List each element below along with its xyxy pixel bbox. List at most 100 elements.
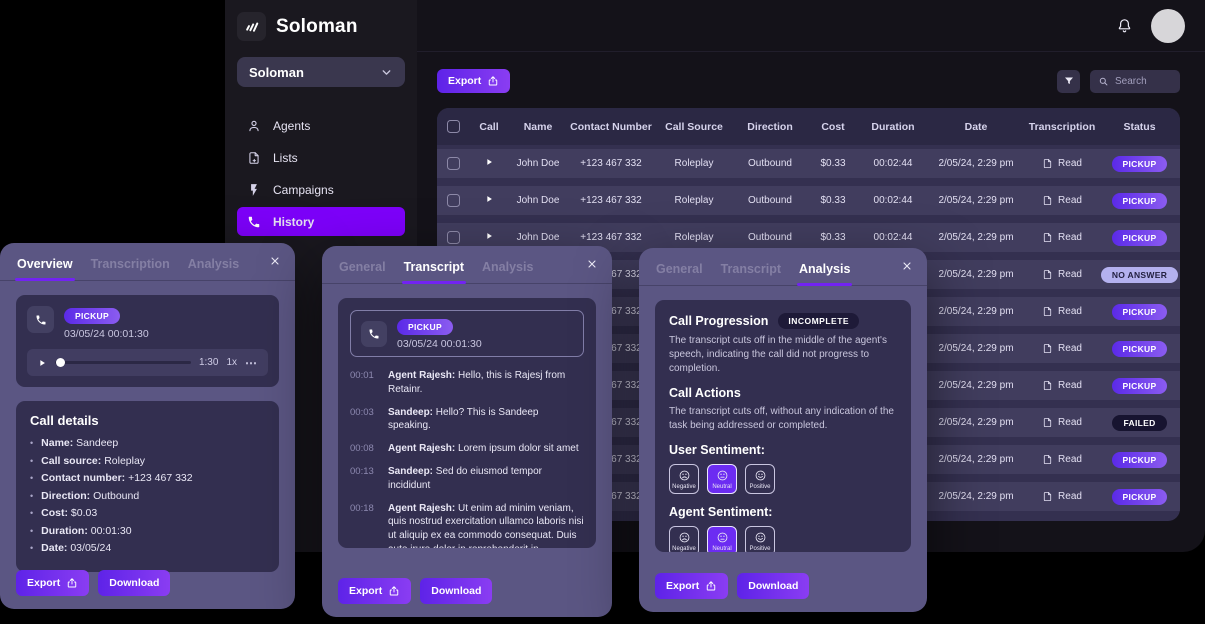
download-button-label: Download (431, 585, 481, 597)
sidebar-item-agents[interactable]: Agents (237, 111, 405, 140)
transcription-link[interactable]: Read (1025, 306, 1099, 317)
tab-general[interactable]: General (656, 262, 703, 285)
call-datetime: 03/05/24 00:01:30 (397, 338, 482, 350)
face-icon (716, 531, 729, 544)
status-badge[interactable]: PICKUP (1112, 304, 1168, 320)
tab-analysis[interactable]: Analysis (799, 262, 850, 285)
close-icon[interactable] (583, 255, 601, 273)
cell-contact: +123 467 332 (567, 158, 655, 169)
transcription-link[interactable]: Read (1025, 195, 1099, 206)
audio-duration: 1:30 (199, 357, 218, 368)
call-detail-item: • Date: 03/05/24 (30, 542, 265, 555)
download-button-label: Download (109, 577, 159, 589)
sentiment-option[interactable]: Neutral (707, 464, 737, 494)
tab-transcript[interactable]: Transcript (404, 260, 464, 283)
tab-general[interactable]: General (339, 260, 386, 283)
bullet: • (30, 455, 33, 468)
export-button[interactable]: Export (655, 573, 728, 599)
select-all-checkbox[interactable] (447, 120, 460, 133)
status-badge[interactable]: PICKUP (1112, 378, 1168, 394)
row-checkbox[interactable] (447, 231, 460, 244)
cell-direction: Outbound (733, 158, 807, 169)
filter-button[interactable] (1057, 70, 1080, 93)
transcription-link[interactable]: Read (1025, 454, 1099, 465)
tab-overview[interactable]: Overview (17, 257, 73, 280)
transcription-link[interactable]: Read (1025, 269, 1099, 280)
seek-slider[interactable] (55, 358, 191, 367)
sentiment-option[interactable]: Neutral (707, 526, 737, 552)
status-badge[interactable]: FAILED (1112, 415, 1166, 431)
overview-modal: Overview Transcription Analysis PICKUP 0… (0, 243, 295, 609)
cell-duration: 00:02:44 (859, 158, 927, 169)
cell-contact: +123 467 332 (567, 232, 655, 243)
transcription-link[interactable]: Read (1025, 343, 1099, 354)
status-badge[interactable]: NO ANSWER (1101, 267, 1178, 283)
play-icon[interactable] (484, 231, 494, 241)
bell-icon[interactable] (1116, 17, 1133, 34)
transcription-link[interactable]: Read (1025, 417, 1099, 428)
cell-source: Roleplay (655, 195, 733, 206)
play-icon[interactable] (37, 358, 47, 368)
share-icon (66, 577, 78, 589)
avatar[interactable] (1151, 9, 1185, 43)
export-button-label: Export (448, 75, 481, 87)
sidebar-item-label: Agents (273, 119, 310, 133)
download-button[interactable]: Download (737, 573, 809, 599)
more-options-icon[interactable]: ⋯ (245, 356, 258, 370)
transcript-modal: General Transcript Analysis PICKUP 03/05… (322, 246, 612, 617)
sentiment-option[interactable]: Negative (669, 464, 699, 494)
status-badge[interactable]: PICKUP (1112, 193, 1168, 209)
sentiment-option[interactable]: Negative (669, 526, 699, 552)
document-icon (1042, 491, 1053, 502)
status-badge[interactable]: PICKUP (1112, 341, 1168, 357)
bullet: • (30, 472, 33, 485)
call-player-card: PICKUP 03/05/24 00:01:30 1:30 1x ⋯ (16, 295, 279, 387)
transcription-link[interactable]: Read (1025, 158, 1099, 169)
status-badge[interactable]: PICKUP (1112, 489, 1168, 505)
export-button[interactable]: Export (437, 69, 510, 93)
audio-player: 1:30 1x ⋯ (27, 349, 268, 376)
transcription-link[interactable]: Read (1025, 380, 1099, 391)
playback-speed[interactable]: 1x (226, 357, 237, 368)
cell-date: 2/05/24, 2:29 pm (927, 491, 1025, 502)
slider-knob[interactable] (56, 358, 65, 367)
close-icon[interactable] (266, 252, 284, 270)
tab-transcript[interactable]: Transcript (721, 262, 781, 285)
document-icon (1042, 343, 1053, 354)
play-icon[interactable] (484, 194, 494, 204)
export-button[interactable]: Export (16, 570, 89, 596)
call-detail-item: • Direction: Outbound (30, 490, 265, 503)
tab-analysis[interactable]: Analysis (482, 260, 533, 283)
row-checkbox[interactable] (447, 157, 460, 170)
sidebar-item-lists[interactable]: Lists (237, 143, 405, 172)
cell-name: John Doe (509, 195, 567, 206)
tab-analysis[interactable]: Analysis (188, 257, 239, 280)
download-button[interactable]: Download (98, 570, 170, 596)
cell-direction: Outbound (733, 195, 807, 206)
table-row[interactable]: John Doe +123 467 332 Roleplay Outbound … (437, 186, 1180, 215)
transcription-link[interactable]: Read (1025, 491, 1099, 502)
workspace-selector[interactable]: Soloman (237, 57, 405, 87)
export-button[interactable]: Export (338, 578, 411, 604)
table-row[interactable]: John Doe +123 467 332 Roleplay Outbound … (437, 149, 1180, 178)
play-icon[interactable] (484, 157, 494, 167)
transcript-line: 00:08 Agent Rajesh: Lorem ipsum dolor si… (350, 442, 584, 456)
download-button[interactable]: Download (420, 578, 492, 604)
search-input[interactable] (1115, 76, 1172, 87)
cell-date: 2/05/24, 2:29 pm (927, 343, 1025, 354)
phone-icon (361, 321, 387, 347)
status-badge[interactable]: PICKUP (1112, 452, 1168, 468)
sentiment-option[interactable]: Positive (745, 464, 775, 494)
sentiment-option[interactable]: Positive (745, 526, 775, 552)
row-checkbox[interactable] (447, 194, 460, 207)
sidebar-item-campaigns[interactable]: Campaigns (237, 175, 405, 204)
status-badge[interactable]: PICKUP (1112, 230, 1168, 246)
close-icon[interactable] (898, 257, 916, 275)
transcript-line: 00:01 Agent Rajesh: Hello, this is Rajes… (350, 369, 584, 397)
transcription-label: Read (1058, 343, 1082, 354)
transcription-link[interactable]: Read (1025, 232, 1099, 243)
column-header: Transcription (1025, 121, 1099, 133)
sidebar-item-history[interactable]: History (237, 207, 405, 236)
tab-transcription[interactable]: Transcription (91, 257, 170, 280)
status-badge[interactable]: PICKUP (1112, 156, 1168, 172)
